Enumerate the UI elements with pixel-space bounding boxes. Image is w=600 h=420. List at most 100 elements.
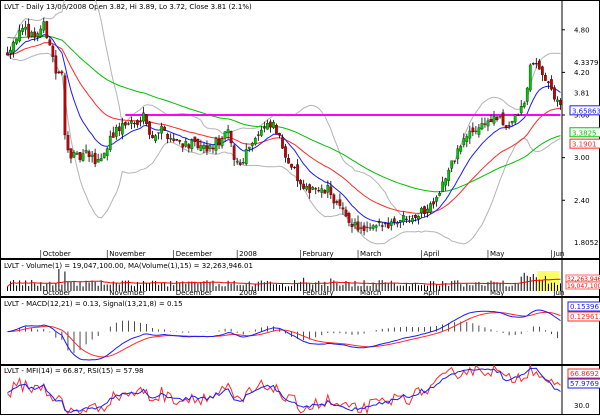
candle-body — [462, 138, 466, 146]
price-x-tick-label: December — [176, 250, 212, 258]
candle-body — [550, 79, 553, 90]
candle-body — [145, 114, 148, 125]
candle-body — [350, 224, 354, 227]
price-x-tick-label: Jun — [552, 250, 564, 258]
macd-signal-line — [7, 311, 561, 358]
candle-body — [383, 222, 387, 225]
candle-body — [531, 62, 535, 65]
candle-body — [323, 190, 327, 194]
volume-title: LVLT - Volume(1) = 19,047,100.00, MA(Vol… — [4, 262, 253, 270]
candle-body — [556, 99, 559, 102]
candle-body — [510, 120, 514, 124]
price-y-tick-label: 4.20 — [574, 69, 590, 77]
candle-body — [411, 218, 414, 223]
candle-body — [495, 116, 499, 121]
candle-body — [519, 106, 523, 114]
candle-body — [275, 125, 278, 135]
candle-body — [96, 159, 100, 163]
candle-body — [48, 39, 52, 46]
candle-body — [18, 30, 21, 42]
candle-body — [441, 181, 444, 192]
candle-body — [214, 138, 218, 151]
candle-body — [438, 193, 441, 196]
candle-body — [217, 139, 221, 146]
macd-line — [7, 309, 561, 361]
candle-body — [81, 153, 85, 161]
price-marker-label: 3.81 — [574, 89, 590, 97]
candle-body — [408, 220, 411, 222]
price-marker-label: 1.80523 — [574, 239, 600, 247]
candle-body — [547, 81, 550, 83]
candle-body — [60, 71, 64, 74]
candle-body — [468, 130, 472, 139]
candle-body — [317, 190, 321, 192]
candle-body — [368, 227, 372, 229]
candle-body — [444, 178, 448, 186]
candle-body — [90, 154, 94, 157]
candle-body — [302, 183, 305, 189]
price-marker-label: 3.3825 — [572, 129, 597, 137]
candle-body — [344, 209, 348, 217]
price-y-tick-label: 2.40 — [574, 197, 590, 205]
candle-body — [447, 169, 451, 181]
candle-body — [498, 116, 502, 118]
candle-body — [133, 122, 136, 125]
candle-body — [157, 132, 160, 134]
candle-body — [429, 203, 432, 213]
candle-body — [269, 121, 272, 128]
price-panel-frame — [0, 0, 600, 259]
candle-body — [338, 199, 342, 206]
candle-body — [99, 158, 103, 162]
candle-body — [42, 21, 46, 31]
candle-body — [450, 160, 454, 169]
candle-body — [208, 145, 212, 149]
candle-body — [9, 50, 12, 54]
candle-body — [299, 180, 302, 185]
price-marker-label: 4.33797 — [574, 59, 600, 67]
candle-body — [417, 215, 420, 220]
candle-body — [284, 146, 287, 158]
candle-body — [544, 75, 547, 81]
candle-body — [405, 218, 408, 220]
candle-body — [516, 114, 520, 116]
volume-x-tick-label: Jun — [552, 289, 564, 297]
candle-body — [528, 64, 532, 91]
candle-body — [84, 149, 88, 153]
candle-body — [102, 152, 106, 158]
candle-body — [353, 222, 357, 226]
candle-body — [27, 23, 31, 38]
candle-body — [259, 129, 263, 136]
candle-body — [21, 28, 24, 32]
candle-body — [45, 21, 49, 39]
bollinger-upper-line — [7, 0, 561, 218]
candle-body — [130, 120, 133, 124]
candle-body — [480, 123, 484, 130]
candle-body — [220, 138, 224, 147]
candle-body — [117, 126, 121, 132]
candle-body — [326, 185, 330, 193]
candle-body — [247, 146, 251, 149]
candle-body — [160, 126, 163, 134]
candle-body — [229, 131, 233, 144]
candle-body — [290, 163, 293, 168]
candle-body — [223, 131, 227, 139]
price-y-tick-label: 4.80 — [574, 26, 590, 34]
candle-body — [311, 187, 315, 190]
candle-body — [12, 42, 15, 53]
candle-body — [398, 220, 402, 223]
candle-body — [244, 149, 248, 165]
candle-body — [305, 186, 309, 190]
candle-body — [24, 26, 27, 30]
candle-body — [175, 139, 179, 141]
candle-body — [362, 225, 366, 231]
candle-body — [423, 206, 426, 214]
candle-body — [232, 145, 236, 160]
candle-body — [241, 162, 245, 164]
candle-body — [471, 127, 475, 133]
candle-body — [250, 143, 254, 146]
candle-body — [356, 221, 360, 231]
candle-body — [486, 120, 490, 127]
candle-body — [453, 160, 457, 162]
candle-body — [347, 212, 351, 223]
candle-body — [75, 153, 79, 155]
